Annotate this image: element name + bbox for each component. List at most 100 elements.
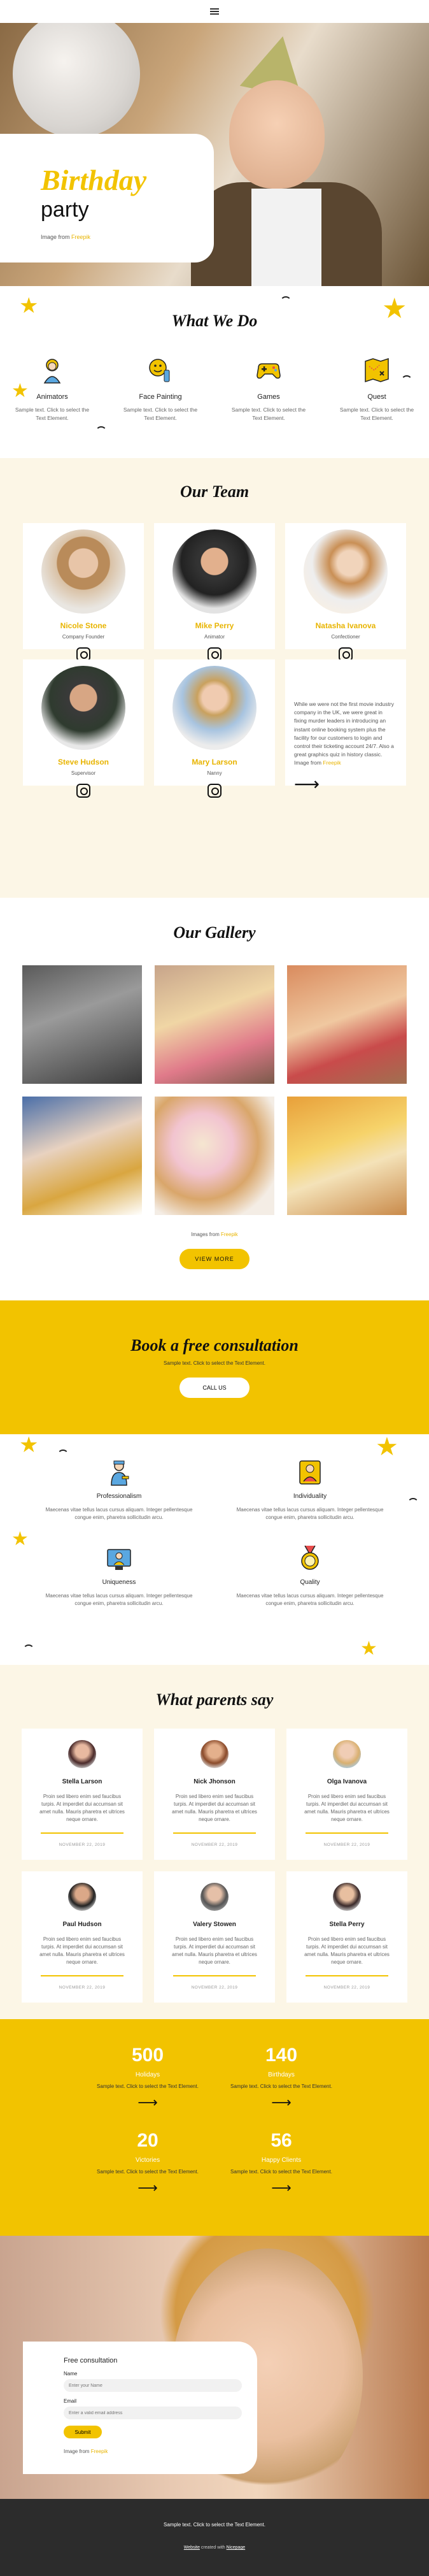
gamepad-icon xyxy=(255,356,283,384)
team-section: Our Team Nicole Stone Company Founder Mi… xyxy=(0,458,429,898)
hero-photo-boy xyxy=(229,80,325,189)
gallery-image[interactable] xyxy=(22,965,142,1084)
stat-label: Birthdays xyxy=(268,2071,295,2078)
nicepage-link[interactable]: Nicepage xyxy=(227,2545,246,2550)
team-credit-link[interactable]: Freepik xyxy=(323,759,341,766)
view-more-button[interactable]: VIEW MORE xyxy=(179,1249,250,1269)
star-decoration-icon: ★ xyxy=(11,380,29,401)
reviewer-name: Stella Larson xyxy=(62,1778,102,1785)
values-section: ★ ★ ★ ★ Professionalism Maecenas vitae t… xyxy=(0,1434,429,1665)
avatar xyxy=(172,666,257,750)
gallery-image[interactable] xyxy=(155,965,274,1084)
avatar xyxy=(304,529,388,614)
treasure-map-icon xyxy=(363,356,391,384)
arrow-right-icon[interactable]: ⟶ xyxy=(294,774,395,795)
avatar xyxy=(333,1740,361,1768)
review-text: Proin sed libero enim sed faucibus turpi… xyxy=(172,1794,257,1822)
value-label: Quality xyxy=(300,1579,320,1586)
gallery-image[interactable] xyxy=(287,1097,407,1215)
what-we-do-title: What We Do xyxy=(171,312,258,330)
testimonial-card: Stella Perry Proin sed libero enim sed f… xyxy=(286,1871,407,2003)
member-role: Confectioner xyxy=(331,634,360,640)
instagram-icon[interactable] xyxy=(76,784,90,798)
testimonial-card: Paul Hudson Proin sed libero enim sed fa… xyxy=(22,1871,143,2003)
call-us-button[interactable]: CALL US xyxy=(179,1378,250,1398)
testimonials-section: What parents say Stella Larson Proin sed… xyxy=(0,1665,429,2019)
builder-credit: Website created with Nicepage xyxy=(183,2545,246,2550)
gallery-image[interactable] xyxy=(155,1097,274,1215)
email-input[interactable] xyxy=(64,2407,242,2419)
arrow-right-icon[interactable]: ⟶ xyxy=(215,2094,348,2111)
review-date: NOVEMBER 22, 2019 xyxy=(59,1985,106,1990)
testimonial-card: Olga Ivanova Proin sed libero enim sed f… xyxy=(286,1729,407,1860)
gallery-grid xyxy=(0,965,429,1215)
stat-item: 20 Victories Sample text. Click to selec… xyxy=(81,2130,215,2196)
footer-text: Sample text. Click to select the Text El… xyxy=(164,2522,265,2528)
stat-text: Sample text. Click to select the Text El… xyxy=(230,2083,332,2089)
submit-button[interactable]: Submit xyxy=(64,2426,102,2438)
value-item: Professionalism Maecenas vitae tellus la… xyxy=(39,1458,199,1522)
gallery-section: Our Gallery Images from Freepik VIEW MOR… xyxy=(0,898,429,1300)
hero-card: Birthday party Image from Freepik xyxy=(0,134,214,263)
squiggle-decoration-icon xyxy=(57,1450,69,1461)
testimonial-card: Valery Stowen Proin sed libero enim sed … xyxy=(154,1871,275,2003)
hero-photo-shirt xyxy=(251,189,321,286)
footer: Sample text. Click to select the Text El… xyxy=(0,2499,429,2576)
squiggle-decoration-icon xyxy=(401,375,412,387)
stats-section: 500 Holidays Sample text. Click to selec… xyxy=(0,2019,429,2236)
hamburger-menu-icon[interactable] xyxy=(210,8,219,15)
member-role: Supervisor xyxy=(71,770,96,776)
testimonials-grid: Stella Larson Proin sed libero enim sed … xyxy=(0,1729,429,2003)
email-label: Email xyxy=(64,2398,77,2404)
value-label: Individuality xyxy=(293,1493,327,1500)
avatar xyxy=(200,1883,229,1911)
review-text: Proin sed libero enim sed faucibus turpi… xyxy=(39,1794,125,1822)
feature-item: Games Sample text. Click to select the T… xyxy=(227,356,310,422)
squiggle-decoration-icon xyxy=(407,1498,419,1509)
stat-number: 140 xyxy=(265,2045,298,2066)
contact-credit: Image from Freepik xyxy=(64,2449,108,2454)
team-member-card: Steve Hudson Supervisor xyxy=(23,659,144,798)
value-text: Maecenas vitae tellus lacus cursus aliqu… xyxy=(45,1593,193,1606)
gallery-image[interactable] xyxy=(22,1097,142,1215)
face-painting-icon xyxy=(146,356,174,384)
value-item: Individuality Maecenas vitae tellus lacu… xyxy=(230,1458,390,1522)
star-decoration-icon: ★ xyxy=(382,293,407,324)
feature-label: Games xyxy=(257,393,280,401)
value-text: Maecenas vitae tellus lacus cursus aliqu… xyxy=(45,1507,193,1520)
team-title: Our Team xyxy=(179,482,250,501)
name-input[interactable] xyxy=(64,2379,242,2392)
hero-credit-link[interactable]: Freepik xyxy=(71,234,90,240)
review-text: Proin sed libero enim sed faucibus turpi… xyxy=(172,1936,257,1965)
stat-label: Holidays xyxy=(135,2071,160,2078)
stat-number: 500 xyxy=(131,2045,164,2066)
features-list: Animators Sample text. Click to select t… xyxy=(0,356,429,422)
review-date: NOVEMBER 22, 2019 xyxy=(191,1843,238,1847)
avatar xyxy=(200,1740,229,1768)
gallery-image[interactable] xyxy=(287,965,407,1084)
stats-grid: 500 Holidays Sample text. Click to selec… xyxy=(0,2045,429,2196)
stat-number: 56 xyxy=(271,2130,292,2151)
team-about-credit: Image from Freepik xyxy=(294,759,341,766)
arrow-right-icon[interactable]: ⟶ xyxy=(215,2180,348,2196)
website-link[interactable]: Website xyxy=(184,2545,200,2550)
review-text: Proin sed libero enim sed faucibus turpi… xyxy=(304,1936,390,1965)
name-label: Name xyxy=(64,2371,78,2377)
member-name: Steve Hudson xyxy=(57,758,109,766)
team-member-card: Mike Perry Animator xyxy=(154,523,275,661)
member-name: Mary Larson xyxy=(192,758,237,766)
gallery-credit-link[interactable]: Freepik xyxy=(221,1232,238,1237)
feature-text: Sample text. Click to select the Text El… xyxy=(15,407,90,421)
star-decoration-icon: ★ xyxy=(376,1433,398,1461)
contact-credit-link[interactable]: Freepik xyxy=(91,2449,108,2454)
arrow-right-icon[interactable]: ⟶ xyxy=(81,2180,215,2196)
arrow-right-icon[interactable]: ⟶ xyxy=(81,2094,215,2111)
star-decoration-icon: ★ xyxy=(19,294,39,318)
hero-subtitle: party xyxy=(41,198,89,222)
instagram-icon[interactable] xyxy=(207,784,222,798)
consultation-title: Book a free consultation xyxy=(130,1336,299,1355)
feature-text: Sample text. Click to select the Text El… xyxy=(339,407,414,421)
hero-title: Birthday xyxy=(41,164,147,196)
divider xyxy=(41,1975,123,1976)
stat-text: Sample text. Click to select the Text El… xyxy=(97,2169,199,2175)
